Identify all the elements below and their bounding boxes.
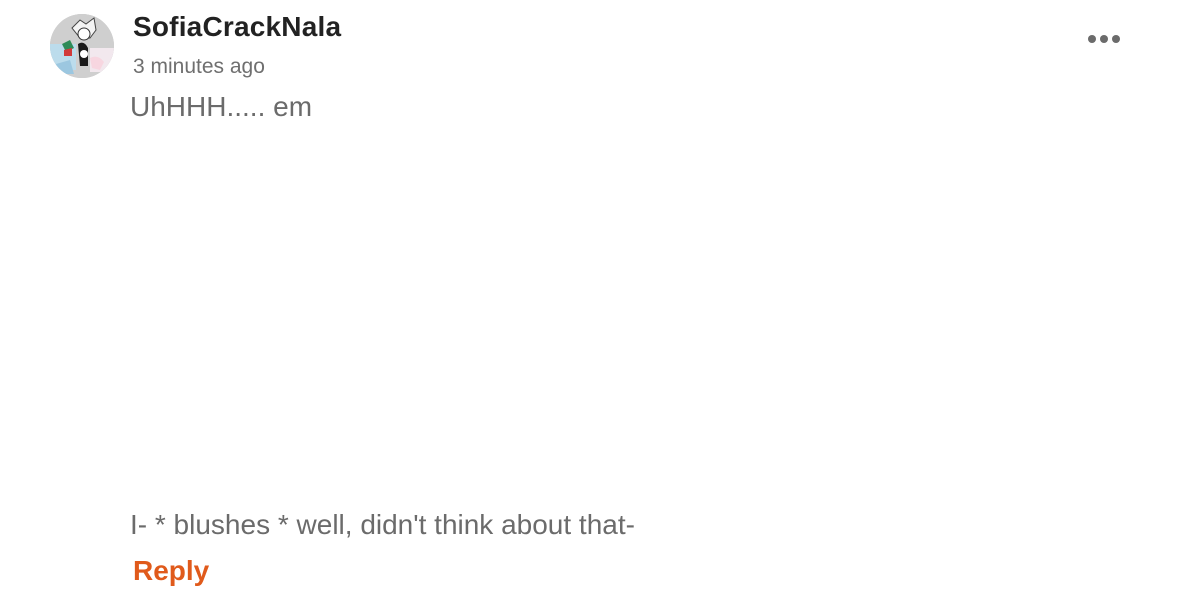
comment-text-line: I- * blushes * well, didn't think about …: [130, 509, 635, 540]
more-horizontal-icon: [1088, 35, 1120, 43]
user-avatar[interactable]: [50, 14, 114, 78]
comment-timestamp: 3 minutes ago: [133, 55, 265, 78]
more-options-button[interactable]: [1084, 27, 1124, 51]
comment-text-line: UhHHH..... em: [130, 91, 313, 122]
comment-body: UhHHH..... em I- * blushes * well, didn'…: [130, 90, 1130, 545]
comment-card: SofiaCrackNala 3 minutes ago UhHHH..... …: [0, 0, 1197, 610]
reply-button[interactable]: Reply: [133, 555, 209, 587]
comment-author-username[interactable]: SofiaCrackNala: [133, 11, 341, 43]
avatar-image-icon: [50, 14, 114, 78]
